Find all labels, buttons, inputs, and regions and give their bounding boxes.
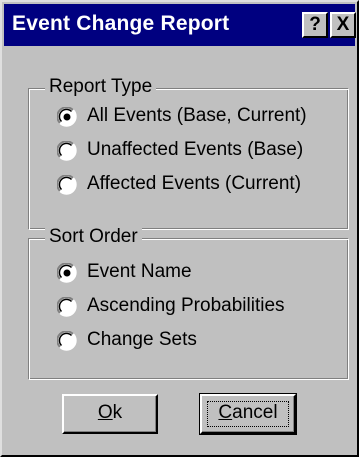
title-bar[interactable]: Event Change Report ? X xyxy=(4,4,356,46)
radio-label-affected-events: Affected Events (Current) xyxy=(87,173,302,194)
radio-unselected-icon[interactable] xyxy=(57,141,77,161)
radio-label-change-sets: Change Sets xyxy=(87,329,197,350)
radio-unselected-icon[interactable] xyxy=(57,175,77,195)
report-type-group: Report Type All Events (Base, Current) U… xyxy=(28,76,349,230)
radio-unselected-icon[interactable] xyxy=(57,331,77,351)
radio-label-all-events: All Events (Base, Current) xyxy=(87,105,307,126)
event-change-report-dialog: Event Change Report ? X Report Type All … xyxy=(0,0,359,457)
ok-accelerator: O xyxy=(97,402,113,423)
radio-label-ascending-probabilities: Ascending Probabilities xyxy=(87,295,285,316)
help-button[interactable]: ? xyxy=(302,12,328,38)
report-type-legend: Report Type xyxy=(45,76,157,98)
cancel-accelerator: C xyxy=(218,402,233,423)
cancel-button-label: Cancel xyxy=(218,402,277,423)
radio-selected-icon[interactable] xyxy=(57,107,77,127)
ok-button-label: Ok xyxy=(98,402,122,423)
radio-label-event-name: Event Name xyxy=(87,261,192,282)
radio-selected-icon[interactable] xyxy=(57,263,77,283)
window-title: Event Change Report xyxy=(12,12,230,35)
cancel-label-rest: ancel xyxy=(232,402,278,423)
radio-label-unaffected-events: Unaffected Events (Base) xyxy=(87,139,304,160)
sort-order-group: Sort Order Event Name Ascending Probabil… xyxy=(28,226,349,380)
ok-button[interactable]: Ok xyxy=(62,394,158,434)
close-button[interactable]: X xyxy=(330,12,356,38)
ok-label-rest: k xyxy=(112,402,123,423)
sort-order-legend: Sort Order xyxy=(45,226,142,248)
cancel-button[interactable]: Cancel xyxy=(199,393,297,435)
radio-unselected-icon[interactable] xyxy=(57,297,77,317)
